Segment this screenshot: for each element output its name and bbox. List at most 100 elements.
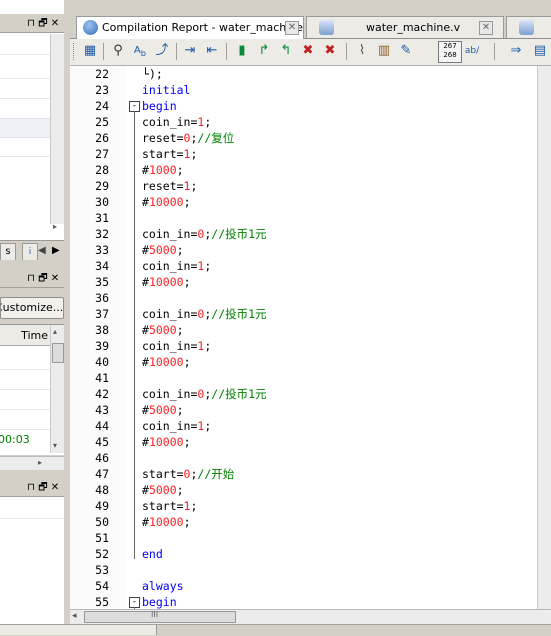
next-bookmark-icon[interactable]: ↱: [256, 43, 272, 59]
scroll-thumb[interactable]: [52, 343, 64, 363]
line-number: 31: [95, 211, 109, 225]
code-text: #5000;: [142, 482, 184, 498]
left-panel-top-header: ⊓🗗✕: [0, 14, 64, 33]
goto-line-icon[interactable]: ⤴: [154, 43, 170, 59]
pin-icon[interactable]: ⊓: [26, 273, 38, 284]
line-number: 24: [95, 99, 109, 113]
close-icon[interactable]: ✕: [50, 482, 62, 493]
code-line[interactable]: 33 #5000;: [70, 242, 540, 258]
code-line[interactable]: 45 #10000;: [70, 434, 540, 450]
code-line[interactable]: 41: [70, 370, 540, 386]
code-line[interactable]: 46: [70, 450, 540, 466]
code-line[interactable]: 52 end: [70, 546, 540, 562]
code-line[interactable]: 38 #5000;: [70, 322, 540, 338]
code-line[interactable]: 53: [70, 562, 540, 578]
insert-template-icon[interactable]: ▦: [82, 43, 98, 59]
code-line[interactable]: 30 #10000;: [70, 194, 540, 210]
editor-horizontal-scrollbar[interactable]: ◂ III: [70, 609, 551, 624]
code-line[interactable]: 55 begin: [70, 594, 540, 609]
bookmark-icon[interactable]: ▮: [234, 43, 250, 59]
chevron-down-icon[interactable]: ▾: [53, 441, 57, 450]
code-line[interactable]: 42 coin_in=0;//投币1元: [70, 386, 540, 402]
prev-bookmark-icon[interactable]: ↰: [278, 43, 294, 59]
hscroll-thumb[interactable]: III: [84, 610, 236, 623]
code-line[interactable]: 28 #1000;: [70, 162, 540, 178]
code-line[interactable]: 31: [70, 210, 540, 226]
code-line[interactable]: 49 start=1;: [70, 498, 540, 514]
line-number: 26: [95, 131, 109, 145]
close-tab-icon[interactable]: ✕: [479, 21, 493, 35]
code-line[interactable]: 39 coin_in=1;: [70, 338, 540, 354]
code-text: start=1;: [142, 146, 197, 162]
code-line[interactable]: 51: [70, 530, 540, 546]
close-tab-icon[interactable]: ✕: [285, 21, 299, 35]
scroll-left-icon[interactable]: ◀: [38, 245, 46, 256]
code-token: coin_in=: [142, 339, 198, 353]
code-line[interactable]: 36: [70, 290, 540, 306]
panel-tab-icon[interactable]: i: [22, 243, 38, 260]
close-icon[interactable]: ✕: [50, 273, 62, 284]
code-line[interactable]: 23 initial: [70, 82, 540, 98]
arrow-right-icon[interactable]: ⇒: [508, 43, 524, 59]
code-line[interactable]: 22 └);: [70, 66, 540, 82]
time-list-scrollbar[interactable]: ▴ ▾: [50, 325, 64, 453]
float-icon[interactable]: 🗗: [38, 480, 50, 497]
code-token: ;: [183, 195, 191, 209]
code-line[interactable]: 43 #5000;: [70, 402, 540, 418]
tab-compilation-report[interactable]: Compilation Report - water_machine ✕: [76, 16, 304, 39]
code-line[interactable]: 47 start=0;//开始: [70, 466, 540, 482]
time-list-hscroll[interactable]: ▸: [0, 456, 64, 470]
find-icon[interactable]: ⚲: [110, 43, 126, 59]
line-number-toggle[interactable]: 267 268: [438, 41, 462, 63]
code-line[interactable]: 54 always: [70, 578, 540, 594]
code-line[interactable]: 32 coin_in=0;//投币1元: [70, 226, 540, 242]
float-icon[interactable]: 🗗: [38, 16, 50, 33]
chevron-right-icon[interactable]: ▸: [38, 458, 42, 467]
float-icon[interactable]: 🗗: [38, 271, 50, 288]
number-token: 5000: [148, 323, 177, 337]
replace-icon[interactable]: Ab: [132, 43, 148, 59]
close-icon[interactable]: ✕: [50, 18, 62, 29]
editor-vertical-scrollbar[interactable]: [537, 66, 551, 609]
code-line[interactable]: 44 coin_in=1;: [70, 418, 540, 434]
chevron-right-icon[interactable]: ▸: [53, 222, 57, 231]
comment-token: //投币1元: [211, 387, 267, 401]
pin-icon[interactable]: ⊓: [26, 18, 38, 29]
code-line[interactable]: 26 reset=0;//复位: [70, 130, 540, 146]
pin-icon[interactable]: ⊓: [26, 482, 38, 493]
code-line[interactable]: 40 #10000;: [70, 354, 540, 370]
line-number: 30: [95, 195, 109, 209]
code-line[interactable]: 37 coin_in=0;//投币1元: [70, 306, 540, 322]
scroll-right-icon[interactable]: ▶: [52, 245, 60, 256]
code-line[interactable]: 35 #10000;: [70, 274, 540, 290]
block-comment-icon[interactable]: ▥: [376, 43, 392, 59]
attach-icon[interactable]: ⌇: [354, 43, 370, 59]
wrap-text-button[interactable]: ab/: [462, 43, 482, 59]
status-tab[interactable]: [0, 625, 157, 635]
scroll-left-icon[interactable]: ◂: [72, 611, 77, 621]
indent-icon[interactable]: ⇥: [182, 43, 198, 59]
panel-tab[interactable]: s: [0, 243, 16, 260]
code-editor[interactable]: 22 └); 23 initial 24 begin 25 coin_in=1; 26 reset…: [70, 66, 551, 609]
toolbar-grip: [73, 43, 77, 60]
code-line[interactable]: 27 start=1;: [70, 146, 540, 162]
code-line[interactable]: 25 coin_in=1;: [70, 114, 540, 130]
time-column-header[interactable]: Time: [0, 325, 50, 346]
code-line[interactable]: 34 coin_in=1;: [70, 258, 540, 274]
code-line[interactable]: 29 reset=1;: [70, 178, 540, 194]
clear-bookmarks-icon[interactable]: ✖: [322, 43, 338, 59]
delete-bookmark-icon[interactable]: ✖: [300, 43, 316, 59]
number-token: 5000: [148, 483, 177, 497]
chevron-up-icon[interactable]: ▴: [53, 327, 57, 336]
customize-button[interactable]: Customize...: [0, 297, 64, 319]
tab-overflow[interactable]: [506, 16, 551, 38]
unindent-icon[interactable]: ⇤: [204, 43, 220, 59]
edit-icon[interactable]: ✎: [398, 43, 414, 59]
window-icon[interactable]: ▤: [532, 43, 548, 59]
code-line[interactable]: 48 #5000;: [70, 482, 540, 498]
code-line[interactable]: 24 begin: [70, 98, 540, 114]
left-panel-scrollbar[interactable]: ▸: [50, 34, 64, 231]
code-token: #: [142, 243, 149, 257]
code-line[interactable]: 50 #10000;: [70, 514, 540, 530]
tab-water-machine-v[interactable]: water_machine.v ✕: [306, 16, 504, 38]
